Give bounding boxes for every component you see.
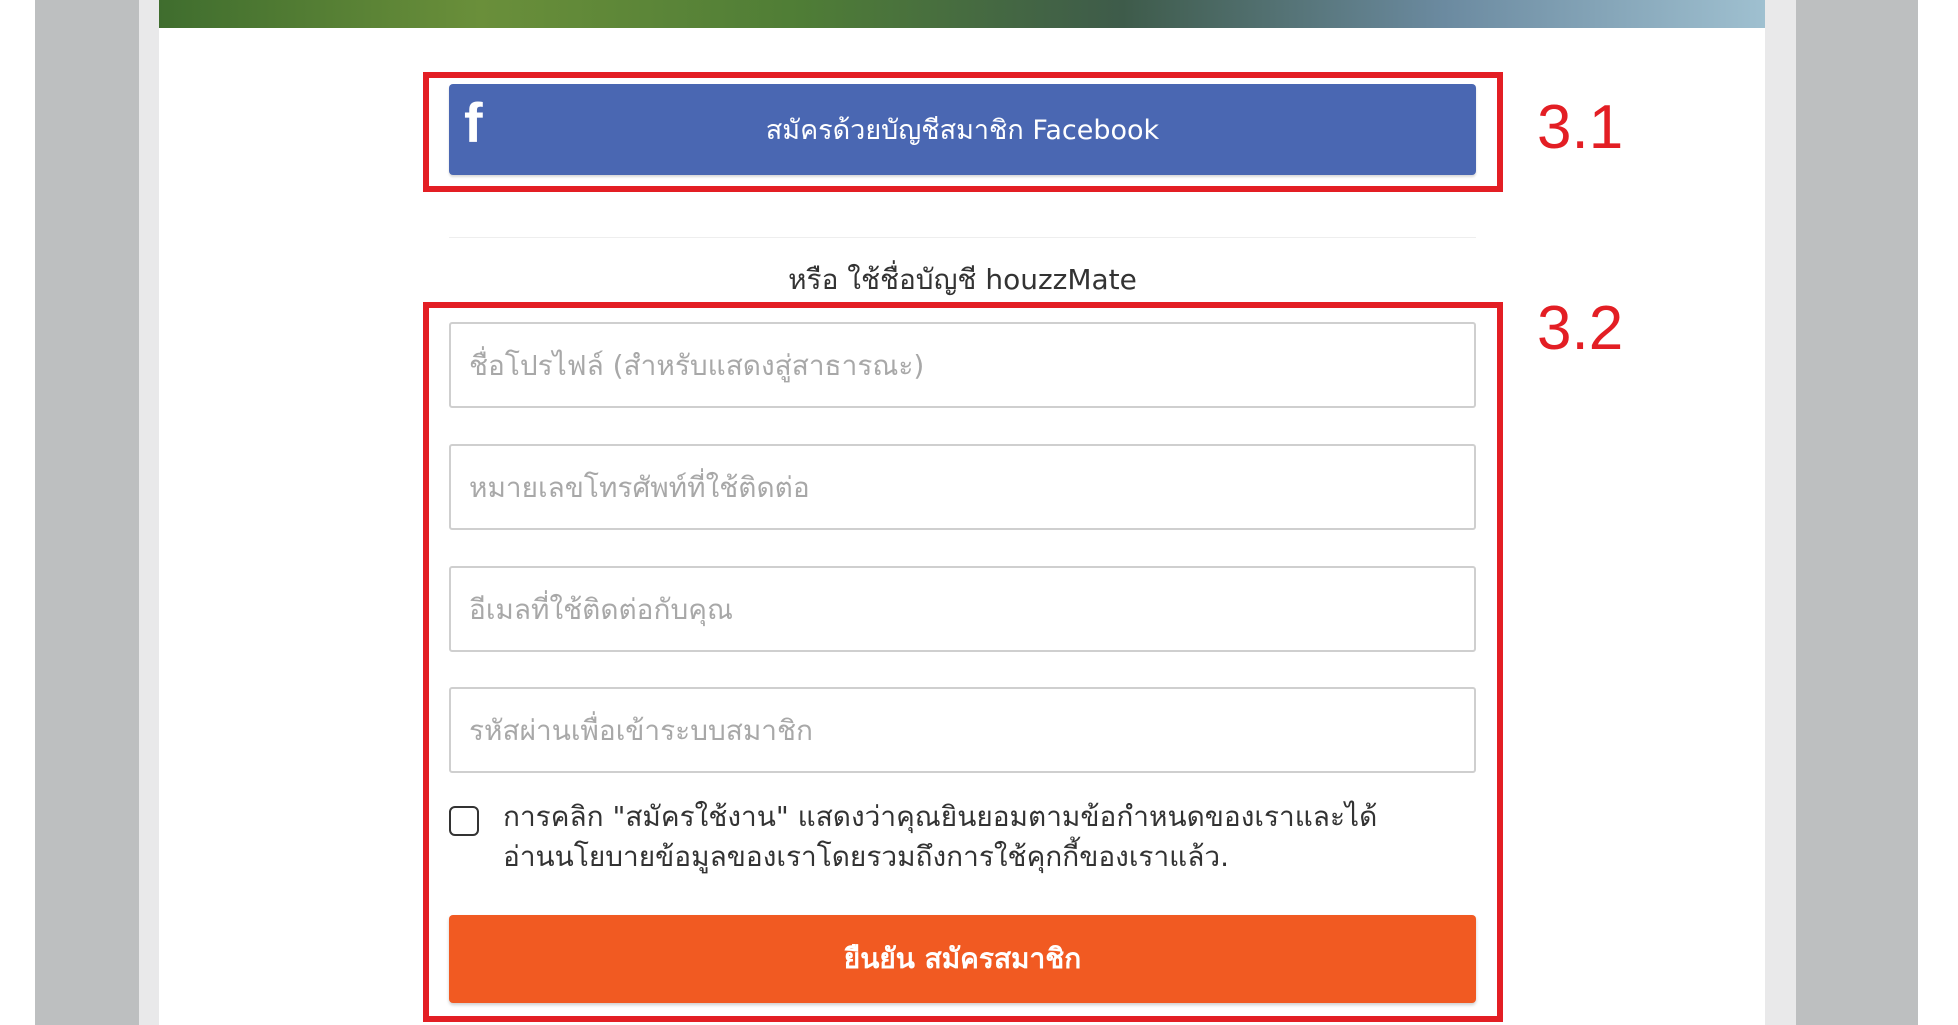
annotation-label-3-2: 3.2 (1537, 294, 1624, 363)
annotation-box-3-2 (423, 302, 1503, 1022)
annotation-label-3-1: 3.1 (1537, 93, 1624, 162)
annotation-box-3-1 (423, 72, 1503, 192)
header-banner-image (159, 0, 1765, 28)
panel-edge-right (1765, 0, 1796, 1025)
page-margin-left (35, 0, 139, 1025)
or-divider-text: หรือ ใช้ชื่อบัญชี houzzMate (788, 263, 1137, 296)
page-margin-right (1796, 0, 1918, 1025)
divider-line (449, 237, 1476, 238)
panel-edge-left (139, 0, 159, 1025)
